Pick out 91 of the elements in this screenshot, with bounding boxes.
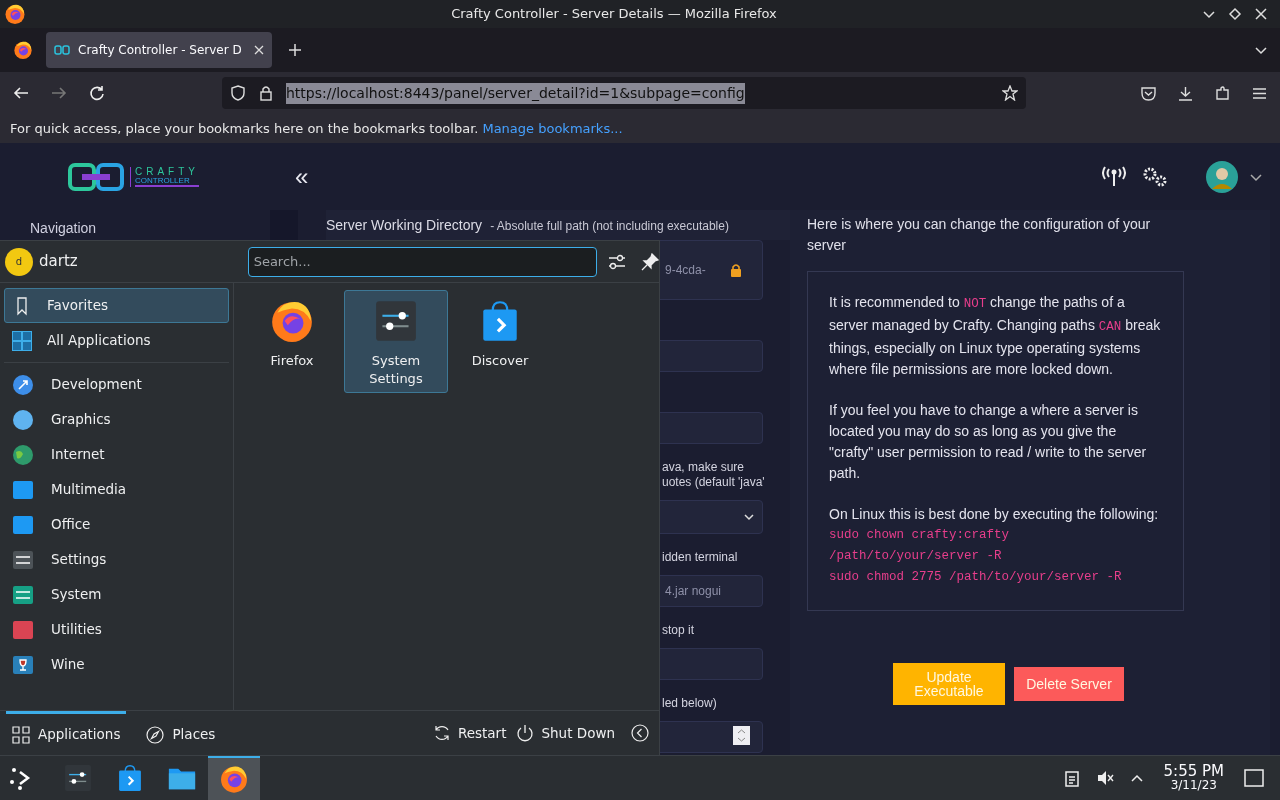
maximize-icon[interactable] bbox=[1228, 7, 1242, 21]
category-item[interactable]: System bbox=[4, 577, 229, 612]
window-title: Crafty Controller - Server Details — Mozilla Firefox bbox=[450, 5, 778, 24]
category-item[interactable]: Settings bbox=[4, 542, 229, 577]
app-tile[interactable]: Discover bbox=[448, 290, 552, 393]
wrench-circle-icon bbox=[12, 373, 34, 396]
avatar[interactable] bbox=[1206, 160, 1238, 193]
category-item[interactable]: Utilities bbox=[4, 612, 229, 647]
logo-icon bbox=[68, 162, 126, 191]
firefox-view-icon bbox=[13, 40, 33, 60]
pin-icon[interactable] bbox=[640, 252, 659, 271]
field-value: 9-4cda- bbox=[664, 262, 707, 279]
firefox-icon bbox=[219, 764, 249, 794]
filter-icon[interactable] bbox=[607, 252, 626, 271]
bookmarks-hint: For quick access, place your bookmarks here on the bookmarks toolbar. bbox=[10, 119, 479, 138]
field-hint: - Absolute full path (not including executable) bbox=[490, 218, 729, 235]
logo[interactable]: CRAFTY CONTROLLER bbox=[68, 162, 199, 191]
restart-button[interactable]: Restart bbox=[432, 722, 507, 744]
star-icon[interactable] bbox=[1002, 85, 1018, 101]
sliders-icon bbox=[12, 548, 34, 571]
launcher-view-item[interactable]: All Applications bbox=[4, 323, 229, 358]
gears-icon[interactable] bbox=[1142, 165, 1168, 188]
collapse-button[interactable]: « bbox=[295, 158, 309, 195]
compass-icon bbox=[146, 725, 165, 744]
intro-text: Here is where you can change the configuration of your server bbox=[807, 215, 1152, 255]
logo-subtext: CONTROLLER bbox=[135, 176, 199, 187]
muted-speaker-icon[interactable] bbox=[1095, 769, 1114, 787]
link-icon bbox=[54, 45, 70, 55]
close-icon[interactable] bbox=[254, 45, 264, 55]
field-description: uotes (default 'java' bbox=[661, 475, 763, 490]
restart-icon bbox=[432, 724, 451, 742]
grid-icon bbox=[12, 725, 30, 744]
manage-bookmarks-link[interactable]: Manage bookmarks... bbox=[482, 118, 623, 139]
task-button[interactable] bbox=[208, 756, 260, 800]
sphere-icon bbox=[12, 408, 34, 431]
url-field[interactable]: https://localhost:8443/panel/server_detail?id=1&subpage=config bbox=[222, 77, 1026, 109]
notice-paragraph: If you feel you have to change a where a server is located you may do so as long as you give the "crafty" user permission to read / write to the server path. bbox=[829, 401, 1148, 483]
sidebar-heading: Navigation bbox=[30, 220, 97, 236]
category-item[interactable]: Internet bbox=[4, 437, 229, 472]
download-icon[interactable] bbox=[1177, 84, 1194, 102]
clock[interactable]: 5:55 PM 3/11/23 bbox=[1163, 764, 1224, 792]
command-text: sudo chmod 2775 /path/to/your/server -R bbox=[829, 569, 1123, 586]
clock-date: 3/11/23 bbox=[1170, 778, 1217, 792]
category-item[interactable]: Wine bbox=[4, 647, 229, 682]
sliders-icon bbox=[63, 763, 93, 793]
field-description: idden terminal bbox=[661, 550, 739, 565]
chevron-down-icon bbox=[744, 513, 754, 521]
grid-icon bbox=[12, 330, 32, 351]
url-text: https://localhost:8443/panel/server_detail?id=1&subpage=config bbox=[286, 82, 745, 104]
show-desktop-icon[interactable] bbox=[1244, 769, 1264, 787]
launcher-view-item[interactable]: Favorites bbox=[4, 288, 229, 323]
launcher-tab[interactable]: Applications bbox=[6, 710, 127, 756]
field-label: Server Working Directory bbox=[326, 216, 483, 235]
browser-tab[interactable]: Crafty Controller - Server D bbox=[46, 32, 272, 68]
globe-icon bbox=[12, 443, 34, 466]
app-tile[interactable]: Firefox bbox=[240, 290, 344, 393]
user-avatar[interactable]: d bbox=[5, 247, 33, 276]
field-description: ava, make sure bbox=[661, 460, 746, 475]
power-icon bbox=[516, 724, 535, 742]
tab-title: Crafty Controller - Server D bbox=[78, 42, 243, 59]
launcher-tab[interactable]: Places bbox=[140, 710, 222, 756]
user-name: dartz bbox=[39, 251, 78, 273]
firefox-icon bbox=[4, 3, 26, 25]
wine-glass-icon bbox=[12, 653, 34, 676]
shutdown-button[interactable]: Shut Down bbox=[516, 722, 615, 744]
control-panel-icon bbox=[12, 583, 34, 606]
notice-paragraph: On Linux this is best done by executing the following: bbox=[829, 505, 1160, 524]
shield-icon bbox=[230, 85, 246, 101]
app-tile[interactable]: System Settings bbox=[344, 290, 448, 393]
category-item[interactable]: Office bbox=[4, 507, 229, 542]
field-value: 4.jar nogui bbox=[664, 583, 723, 600]
toolbox-icon bbox=[12, 618, 34, 641]
sliders-icon bbox=[373, 298, 419, 344]
extensions-icon[interactable] bbox=[1214, 84, 1231, 102]
plus-icon[interactable] bbox=[288, 43, 302, 57]
logo-text: CRAFTY bbox=[135, 166, 199, 177]
notice-paragraph: It is recommended to NOT change the paths of a server managed by Crafty. Changing paths CAN break things, especially on Linux type operating systems where file permissions are more locked down. bbox=[829, 293, 1162, 379]
search-field[interactable]: Search... bbox=[247, 246, 597, 277]
field-description: stop it bbox=[661, 623, 695, 638]
lock-icon bbox=[258, 85, 274, 101]
back-icon[interactable] bbox=[631, 724, 649, 742]
clipboard-icon[interactable] bbox=[1063, 769, 1080, 787]
clock-time: 5:55 PM bbox=[1163, 764, 1224, 778]
antenna-icon[interactable] bbox=[1102, 165, 1126, 188]
field-description: led below) bbox=[661, 696, 718, 711]
close-icon[interactable] bbox=[1254, 7, 1268, 21]
category-item[interactable]: Development bbox=[4, 367, 229, 402]
pocket-icon[interactable] bbox=[1140, 84, 1157, 102]
reload-icon[interactable] bbox=[88, 84, 106, 102]
category-item[interactable]: Multimedia bbox=[4, 472, 229, 507]
category-item[interactable]: Graphics bbox=[4, 402, 229, 437]
